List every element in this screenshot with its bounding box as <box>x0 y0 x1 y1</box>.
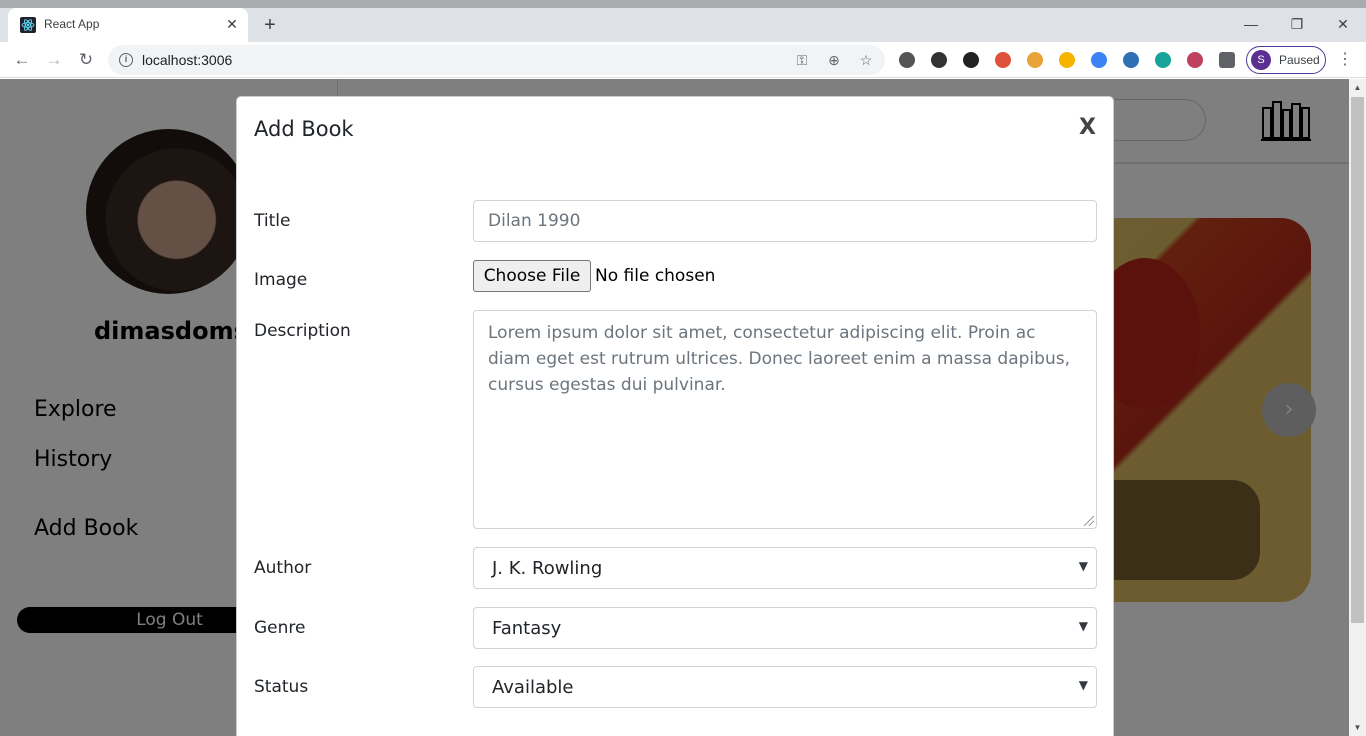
extension-formula-icon[interactable] <box>963 52 979 68</box>
status-selected: Available <box>492 677 574 698</box>
status-select[interactable]: Available ▼ <box>473 666 1097 708</box>
author-selected: J. K. Rowling <box>492 558 603 579</box>
window-top-strip <box>0 0 1366 8</box>
status-label: Status <box>254 677 309 697</box>
author-select[interactable]: J. K. Rowling ▼ <box>473 547 1097 589</box>
extension-gear-icon[interactable] <box>899 52 915 68</box>
extension-m-icon[interactable] <box>1155 52 1171 68</box>
chevron-down-icon: ▼ <box>1078 559 1088 573</box>
genre-label: Genre <box>254 618 306 638</box>
add-book-modal: Add Book X Title Dilan 1990 Image Choose… <box>236 96 1114 736</box>
title-input[interactable]: Dilan 1990 <box>473 200 1097 242</box>
page-scrollbar[interactable]: ▲ ▼ <box>1349 79 1366 736</box>
extension-globe-icon[interactable] <box>1091 52 1107 68</box>
restore-button[interactable]: ❐ <box>1274 12 1320 38</box>
resize-grip-icon[interactable] <box>1084 516 1094 526</box>
site-info-icon[interactable]: i <box>119 53 133 67</box>
tab-bar: React App ✕ + — ❐ ✕ <box>0 8 1366 42</box>
image-label: Image <box>254 270 308 290</box>
bookmark-star-icon[interactable]: ☆ <box>856 50 876 70</box>
genre-select[interactable]: Fantasy ▼ <box>473 607 1097 649</box>
title-input-value: Dilan 1990 <box>488 211 581 231</box>
genre-selected: Fantasy <box>492 618 562 639</box>
choose-file-button[interactable]: Choose File <box>473 260 591 292</box>
browser-tab[interactable]: React App ✕ <box>8 8 248 42</box>
chevron-down-icon: ▼ <box>1078 619 1088 633</box>
scroll-down-arrow-icon[interactable]: ▼ <box>1349 719 1366 736</box>
url-text: localhost:3006 <box>142 52 233 68</box>
extension-camera-icon[interactable] <box>1187 52 1203 68</box>
extension-colorwheel-icon[interactable] <box>995 52 1011 68</box>
extensions-puzzle-icon[interactable] <box>1219 52 1235 68</box>
description-textarea[interactable]: Lorem ipsum dolor sit amet, consectetur … <box>473 310 1097 529</box>
description-label: Description <box>254 321 351 341</box>
password-key-icon[interactable]: ⚿ <box>792 50 812 70</box>
browser-menu-icon[interactable]: ⋮ <box>1336 50 1354 70</box>
extension-move-icon[interactable] <box>931 52 947 68</box>
minimize-button[interactable]: — <box>1228 12 1274 38</box>
modal-close-button[interactable]: X <box>1079 115 1096 140</box>
profile-status: Paused <box>1279 53 1320 67</box>
zoom-icon[interactable]: ⊕ <box>824 50 844 70</box>
profile-button[interactable]: S Paused <box>1246 46 1326 74</box>
page: dimasdoms Explore History Add Book Log O… <box>0 79 1349 736</box>
extension-compass-icon[interactable] <box>1123 52 1139 68</box>
close-window-button[interactable]: ✕ <box>1320 12 1366 38</box>
chevron-down-icon: ▼ <box>1078 678 1088 692</box>
title-label: Title <box>254 211 291 231</box>
modal-title: Add Book <box>254 117 354 141</box>
react-logo-icon <box>20 17 36 33</box>
file-status-text: No file chosen <box>595 266 716 286</box>
tab-close-icon[interactable]: ✕ <box>224 16 240 32</box>
reload-button[interactable]: ↻ <box>74 48 98 72</box>
back-button[interactable]: ← <box>10 48 34 72</box>
browser-toolbar: ← → ↻ i localhost:3006 ⚿ ⊕ ☆ S Paused ⋮ <box>0 42 1366 78</box>
forward-button[interactable]: → <box>42 48 66 72</box>
extension-pma-icon[interactable] <box>1059 52 1075 68</box>
address-bar[interactable]: i localhost:3006 ⚿ ⊕ ☆ <box>108 45 885 75</box>
new-tab-button[interactable]: + <box>258 14 282 38</box>
scroll-up-arrow-icon[interactable]: ▲ <box>1349 79 1366 96</box>
description-value: Lorem ipsum dolor sit amet, consectetur … <box>488 323 1070 395</box>
tab-title: React App <box>44 17 100 31</box>
extension-calendar-icon[interactable] <box>1027 52 1043 68</box>
author-label: Author <box>254 558 312 578</box>
profile-avatar: S <box>1251 50 1271 70</box>
scroll-thumb[interactable] <box>1351 97 1364 623</box>
